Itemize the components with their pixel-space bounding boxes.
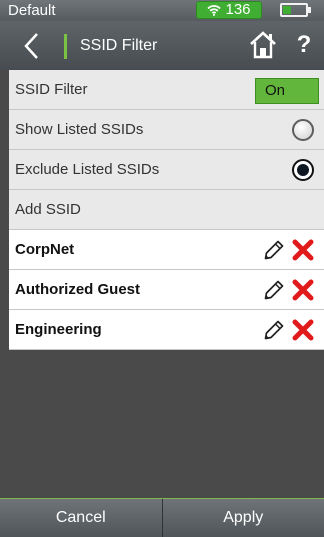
delete-ssid-button[interactable] [292,279,314,301]
ssid-filter-screen: Default 136 SSID Filter ? SSID Filter On… [0,0,324,537]
delete-x-icon [292,239,314,261]
ssid-list-item: Authorized Guest [9,270,324,310]
battery-level-fill [283,6,291,14]
status-bar: Default 136 [0,0,324,21]
ssid-filter-toggle[interactable]: On [255,78,319,104]
profile-name[interactable]: Default [8,2,56,19]
edit-ssid-button[interactable] [263,239,285,261]
ssid-name: Authorized Guest [15,281,141,298]
exclude-listed-row[interactable]: Exclude Listed SSIDs [9,150,324,190]
battery-icon [280,3,311,17]
ssid-list-item: Engineering [9,310,324,350]
wifi-count: 136 [225,1,251,18]
ssid-list-item: CorpNet [9,230,324,270]
delete-ssid-button[interactable] [292,319,314,341]
edit-ssid-button[interactable] [263,319,285,341]
apply-button[interactable]: Apply [162,499,324,537]
edit-ssid-button[interactable] [263,279,285,301]
help-button[interactable]: ? [294,30,314,60]
header-divider [64,34,67,59]
ssid-name: Engineering [15,321,102,338]
ssid-filter-label: SSID Filter [15,81,88,98]
chevron-left-icon [24,33,38,59]
wifi-status-badge[interactable]: 136 [196,1,262,19]
header: SSID Filter ? [0,21,324,70]
show-listed-row[interactable]: Show Listed SSIDs [9,110,324,150]
delete-ssid-button[interactable] [292,239,314,261]
cancel-button[interactable]: Cancel [0,499,162,537]
delete-x-icon [292,319,314,341]
add-ssid-label: Add SSID [15,201,81,218]
ssid-filter-row: SSID Filter On [9,70,324,110]
ssid-name: CorpNet [15,241,75,258]
show-listed-label: Show Listed SSIDs [15,121,144,138]
pencil-icon [264,320,284,340]
pencil-icon [264,280,284,300]
home-icon [250,31,276,59]
delete-x-icon [292,279,314,301]
show-listed-radio[interactable] [292,119,314,141]
exclude-listed-label: Exclude Listed SSIDs [15,161,160,178]
back-button[interactable] [18,31,48,61]
bottom-action-bar: Cancel Apply [0,498,324,537]
add-ssid-row[interactable]: Add SSID [9,190,324,230]
home-button[interactable] [249,30,277,60]
exclude-listed-radio[interactable] [292,159,314,181]
wifi-icon [207,5,222,16]
page-title: SSID Filter [80,37,158,54]
settings-list: SSID Filter On Show Listed SSIDs Exclude… [9,70,324,350]
pencil-icon [264,240,284,260]
